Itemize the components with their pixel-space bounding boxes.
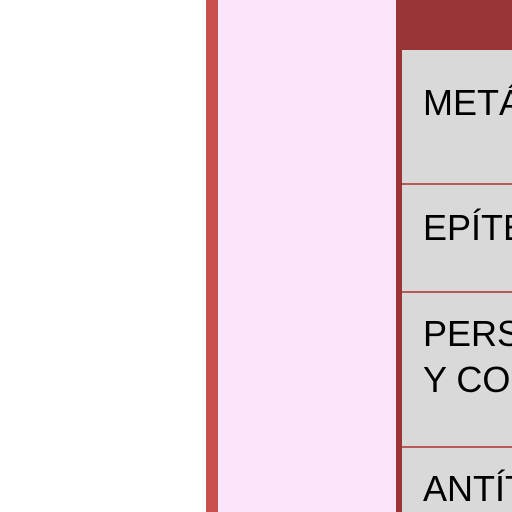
table-row: PERSO Y COS — [402, 293, 512, 448]
row-label-line-2: Y COS — [423, 359, 512, 400]
figures-table: METÁ EPÍTE PERSO Y COS ANTÍT — [402, 50, 512, 512]
slide-canvas: METÁ EPÍTE PERSO Y COS ANTÍT — [0, 0, 512, 512]
table-header-row — [396, 0, 512, 50]
row-label: ANTÍT — [423, 468, 512, 509]
row-label-line-1: PERSO — [423, 313, 512, 354]
content-panel — [218, 0, 396, 512]
row-label: EPÍTE — [423, 207, 512, 248]
table-row: METÁ — [402, 50, 512, 185]
row-label: METÁ — [423, 82, 512, 123]
table-row: ANTÍT — [402, 448, 512, 512]
table-row: EPÍTE — [402, 185, 512, 293]
accent-strip — [206, 0, 218, 512]
